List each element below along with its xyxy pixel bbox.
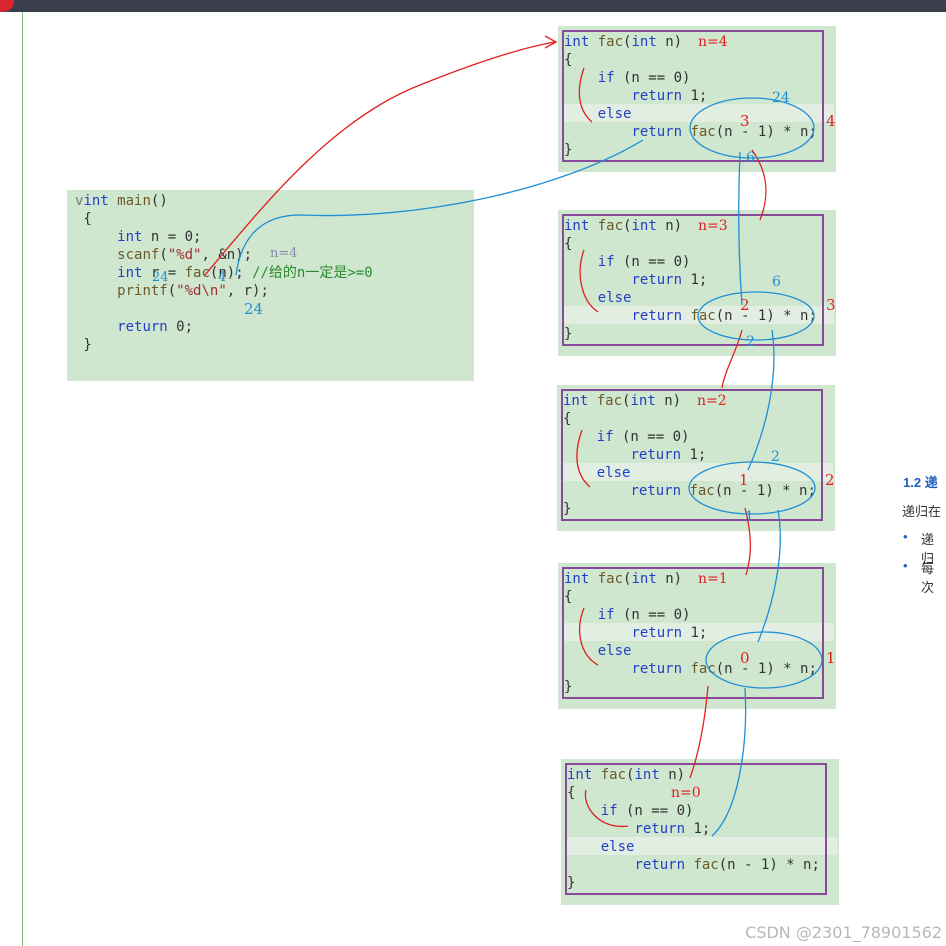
main-print-annotation: 24 (244, 300, 264, 318)
arg-annotation: 3 (740, 112, 750, 130)
ret-annotation: 2 (746, 334, 755, 350)
app-logo-icon (0, 0, 14, 12)
main-function-panel: vint main() { int n = 0; scanf("%d", &n)… (67, 190, 474, 381)
result-annotation: 2 (771, 449, 780, 465)
fac-frame-4: int fac(int n) { if (n == 0) return 1; el… (558, 563, 836, 709)
fac-code-line: return 1; (631, 625, 708, 641)
fac-code-line: return fac(n - 1) * n; (631, 308, 817, 324)
fac-code-line: } (564, 679, 573, 695)
fac-code-line: return 1; (630, 447, 707, 463)
fac-code-line: return fac(n - 1) * n; (631, 661, 817, 677)
fac-code-line: int fac(int n) (564, 571, 683, 587)
fac-code-line: else (597, 643, 632, 659)
main-arg-annotation: 4 (218, 270, 227, 285)
mul-annotation: 3 (826, 296, 836, 314)
n-label: n=3 (698, 218, 728, 234)
side-bullet-2: 每次 (903, 558, 946, 596)
mul-annotation: 2 (825, 471, 835, 489)
fac-code-line: if (n == 0) (597, 254, 691, 270)
fac-code-line: else (597, 106, 632, 122)
fac-code-line: { (564, 236, 573, 252)
mul-annotation: 4 (826, 112, 836, 130)
side-heading-text: 递 (924, 475, 938, 490)
fac-frame-3: int fac(int n) { if (n == 0) return 1; el… (557, 385, 835, 531)
mul-annotation: 1 (826, 649, 836, 667)
fac-frame-1: int fac(int n) { if (n == 0) return 1; el… (558, 26, 836, 172)
arg-annotation: 0 (740, 649, 750, 667)
side-paragraph: 递归在 (902, 504, 942, 519)
main-line-open: { (75, 211, 92, 227)
fac-code-line: { (563, 411, 572, 427)
fac-frame-5: int fac(int n) { if (n == 0) return 1; el… (561, 759, 839, 905)
main-line-close: } (75, 337, 92, 353)
fac-frame-2: int fac(int n) { if (n == 0) return 1; el… (558, 210, 836, 356)
fac-code-line: } (567, 875, 576, 891)
fac-code-line: if (n == 0) (597, 70, 691, 86)
fac-code-line: else (596, 465, 631, 481)
main-line-signature: vint main() (75, 193, 168, 209)
main-line-printf: printf("%d\n", r); (117, 283, 269, 299)
left-margin-line (22, 12, 23, 946)
n-label: n=4 (698, 34, 728, 50)
side-heading: 1.2 递 (903, 472, 938, 491)
side-heading-number: 1.2 (903, 475, 922, 490)
watermark: CSDN @2301_78901562 (745, 923, 942, 942)
fac-code-line: int fac(int n) (564, 218, 683, 234)
result-annotation: 6 (772, 274, 781, 290)
result-annotation: 24 (772, 90, 790, 106)
arg-annotation: 2 (740, 296, 750, 314)
main-line-return: return 0; (117, 319, 194, 335)
fac-code-line: return fac(n - 1) * n; (630, 483, 816, 499)
main-r-annotation: 24 (152, 270, 169, 285)
fac-code-line: { (564, 52, 573, 68)
top-bar (0, 0, 946, 12)
n-label: n=2 (697, 393, 727, 409)
arg-annotation: 1 (739, 471, 749, 489)
fac-code-line: else (600, 839, 635, 855)
main-code: vint main() { int n = 0; scanf("%d", &n)… (75, 192, 373, 372)
fac-code-line: { (567, 785, 576, 801)
fac-code-line: } (564, 142, 573, 158)
fac-code-line: return 1; (631, 272, 708, 288)
main-line-scanf: scanf("%d", &n); (117, 247, 253, 263)
n-label: n=0 (671, 785, 701, 801)
fac-code-line: } (564, 326, 573, 342)
main-n-annotation: n=4 (270, 246, 298, 261)
fac-code-line: return 1; (634, 821, 711, 837)
fac-code-line: int fac(int n) (564, 34, 683, 50)
fac-code-line: if (n == 0) (597, 607, 691, 623)
fac-code-line: return 1; (631, 88, 708, 104)
fac-code-line: if (n == 0) (600, 803, 694, 819)
ret-annotation: 6 (746, 150, 755, 166)
fac-code-line: } (563, 501, 572, 517)
n-label: n=1 (698, 571, 728, 587)
fac-code-line: if (n == 0) (596, 429, 690, 445)
fac-code-line: int fac(int n) (563, 393, 682, 409)
main-line-decl: int n = 0; (117, 229, 202, 245)
fac-code-line: else (597, 290, 632, 306)
fac-code-line: return fac(n - 1) * n; (634, 857, 820, 873)
fac-code-line: { (564, 589, 573, 605)
fac-code-line: return fac(n - 1) * n; (631, 124, 817, 140)
fac-code-line: int fac(int n) (567, 767, 686, 783)
ret-annotation: 1 (745, 509, 754, 525)
